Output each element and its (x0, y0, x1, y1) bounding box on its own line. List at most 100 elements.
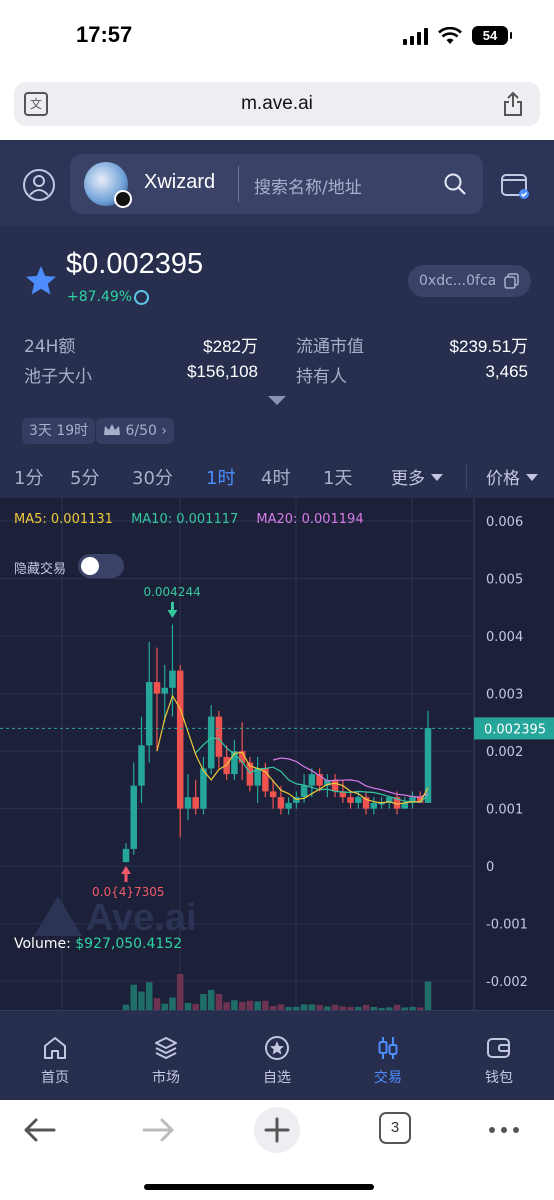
nav-home-label: 首页 (41, 1070, 69, 1086)
status-icons: 54 (403, 26, 512, 45)
forward-arrow-icon[interactable] (138, 1112, 178, 1148)
tab-1d[interactable]: 1天 (323, 464, 352, 490)
candle-body (207, 716, 215, 769)
candle-body (331, 779, 339, 792)
tab-30m[interactable]: 30分 (132, 464, 173, 490)
token-avatar (84, 162, 132, 208)
share-icon[interactable] (502, 91, 524, 117)
more-timeframes-dropdown[interactable]: 更多 (391, 464, 443, 489)
nav-market-label: 市场 (152, 1070, 180, 1086)
volume-bar (254, 1001, 261, 1010)
volume-bar (231, 1000, 238, 1010)
info-icon[interactable] (134, 290, 149, 305)
user-icon[interactable] (22, 168, 56, 202)
candle-body (176, 670, 184, 809)
app-header: Xwizard 搜索名称/地址 (0, 140, 554, 226)
candle-body (347, 797, 354, 803)
y-tick-label: -0.001 (486, 918, 528, 933)
back-arrow-icon[interactable] (20, 1112, 60, 1148)
copy-icon[interactable] (504, 273, 519, 289)
search-input[interactable]: 搜索名称/地址 (254, 173, 362, 198)
search-bar[interactable]: Xwizard 搜索名称/地址 (70, 154, 483, 214)
new-tab-plus-icon[interactable] (253, 1106, 301, 1154)
crown-icon (104, 424, 120, 435)
home-icon (44, 1037, 66, 1059)
toggle-knob (81, 557, 99, 575)
candle-body (285, 802, 292, 809)
expand-stats-icon[interactable] (268, 396, 286, 405)
stat-value-holders: 3,465 (485, 362, 528, 381)
candlestick-chart[interactable]: 0.006 0.005 0.004 0.003 0.002 0.001 0 -0.001 -0.… (0, 498, 554, 1010)
tab-1h[interactable]: 1时 (206, 464, 235, 490)
search-divider (238, 166, 239, 202)
tab-switcher-button[interactable]: 3 (379, 1112, 411, 1144)
stat-value-volume: $282万 (203, 337, 258, 356)
y-tick-label: 0.003 (486, 688, 523, 703)
browser-toolbar: 文 m.ave.ai (0, 72, 554, 140)
more-options-icon[interactable] (484, 1112, 524, 1148)
address-bar[interactable]: 文 m.ave.ai (14, 82, 540, 126)
high-arrow-icon (167, 602, 178, 619)
volume-bar (262, 1000, 269, 1010)
volume-bar (200, 994, 207, 1010)
tab-5m[interactable]: 5分 (70, 464, 99, 490)
price-change: +87.49% (67, 289, 133, 305)
nav-trade-label: 交易 (374, 1070, 402, 1086)
contract-address-text: 0xdc...0fca (419, 273, 497, 289)
y-tick-label: 0.004 (486, 630, 523, 645)
nav-wallet[interactable]: 钱包 (444, 1011, 554, 1100)
y-tick-label: 0.001 (486, 803, 523, 818)
bottom-nav: 首页 市场 自选 交易 钱包 (0, 1010, 554, 1100)
volume-label-text: Volume: (14, 936, 76, 952)
volume-bar (424, 981, 432, 1010)
low-price-label: 0.0{4}7305 (92, 885, 165, 899)
current-price-label: 0.002395 (484, 722, 546, 737)
nav-home[interactable]: 首页 (0, 1011, 110, 1100)
volume-bar (153, 998, 161, 1010)
y-tick-label: -0.002 (486, 975, 528, 990)
status-bar: 17:57 54 (0, 0, 554, 72)
favorite-star-icon[interactable] (24, 264, 58, 298)
price-mode-dropdown[interactable]: 价格 (486, 464, 538, 489)
hide-trades-toggle[interactable] (78, 554, 124, 578)
candles-icon (378, 1037, 398, 1059)
volume-value: $927,050.4152 (75, 936, 183, 952)
tab-4h[interactable]: 4时 (261, 464, 290, 490)
nav-watchlist-label: 自选 (263, 1070, 291, 1086)
candle-body (370, 802, 378, 809)
contract-address[interactable]: 0xdc...0fca (408, 265, 531, 297)
rank-chip-text: 6/50 (125, 423, 157, 439)
stat-label-market-cap: 流通市值 (296, 337, 364, 357)
url-text[interactable]: m.ave.ai (14, 93, 540, 115)
nav-trade[interactable]: 交易 (333, 1011, 443, 1100)
search-icon[interactable] (443, 172, 467, 196)
home-indicator (144, 1184, 374, 1190)
candle-body (192, 797, 199, 809)
nav-market[interactable]: 市场 (111, 1011, 221, 1100)
high-price-label: 0.004244 (143, 585, 200, 599)
candle-body (145, 682, 153, 746)
rank-chip[interactable]: 6/50 › (96, 418, 174, 444)
app-content: Xwizard 搜索名称/地址 $0.002395 +87.49% 0xdc..… (0, 140, 554, 1100)
volume-bar (169, 997, 176, 1010)
candle-body (161, 687, 168, 694)
volume-bar (130, 984, 137, 1010)
stat-value-market-cap: $239.51万 (449, 337, 528, 356)
volume-bar (138, 991, 145, 1010)
candle-body (355, 797, 362, 803)
wallet-icon[interactable] (500, 170, 530, 200)
candle-body (269, 791, 277, 798)
stat-value-pool: $156,108 (187, 362, 258, 381)
candle-body (200, 768, 207, 809)
candle-body (130, 785, 137, 849)
wifi-icon (438, 26, 462, 44)
nav-wallet-label: 钱包 (485, 1070, 513, 1086)
layers-icon (155, 1037, 177, 1060)
y-tick-label: 0 (486, 860, 494, 875)
hide-trades-label: 隐藏交易 (14, 562, 67, 577)
chevron-down-icon (526, 474, 538, 481)
stat-label-holders: 持有人 (296, 367, 347, 387)
age-chip: 3天 19时 (22, 418, 96, 444)
tab-1m[interactable]: 1分 (14, 464, 43, 490)
nav-watchlist[interactable]: 自选 (222, 1011, 332, 1100)
